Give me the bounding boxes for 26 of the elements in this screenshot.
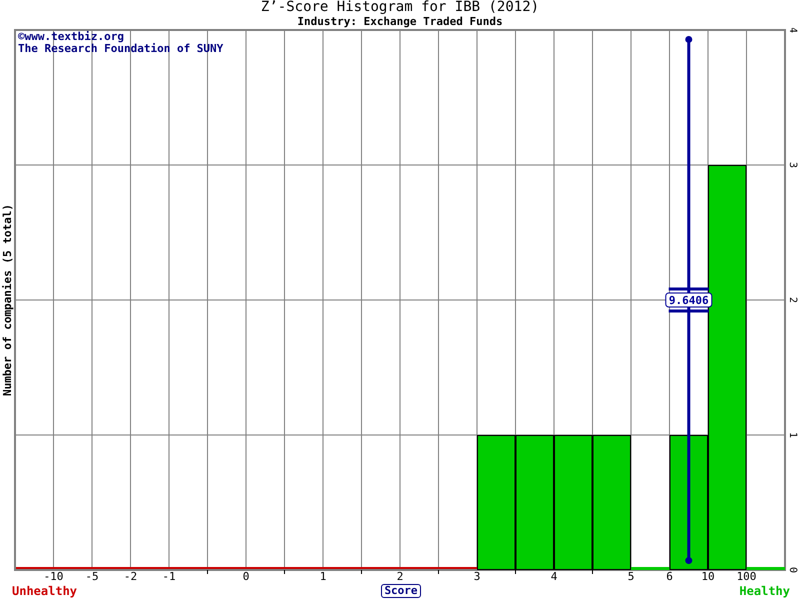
x-tick-label: 6 (666, 570, 673, 582)
x-tick-label: 4 (550, 570, 558, 582)
y-axis-label: Number of companies (5 total) (1, 204, 14, 396)
y-tick-label: 3 (787, 162, 798, 168)
marker-label: 9.6406 (668, 294, 709, 307)
y-tick-label: 1 (787, 432, 798, 438)
x-tick-label: 2 (396, 570, 404, 582)
healthy-label: Healthy (738, 584, 790, 598)
x-tick-label: 5 (628, 570, 634, 582)
chart-title: Z’-Score Histogram for IBB (2012) (260, 0, 540, 15)
y-tick-label: 2 (787, 296, 798, 304)
y-tick-label: 0 (787, 566, 798, 574)
credit-text: ©www.textbiz.org (18, 30, 124, 43)
unhealthy-label: Unhealthy (12, 584, 78, 598)
credit-text: The Research Foundation of SUNY (18, 42, 224, 55)
x-tick-label: 1 (320, 570, 326, 582)
x-tick-label: 100 (736, 570, 756, 582)
x-tick-label: -1 (162, 570, 176, 582)
x-tick-label: 3 (474, 570, 480, 582)
x-tick-label: -2 (124, 570, 138, 582)
x-axis-label: Score (381, 584, 421, 598)
chart-subtitle: Industry: Exchange Traded Funds (297, 15, 503, 28)
x-tick-label: 0 (242, 570, 250, 582)
x-tick-label: 10 (701, 570, 715, 582)
x-tick-label: -10 (44, 570, 64, 582)
x-tick-label: -5 (85, 570, 99, 582)
